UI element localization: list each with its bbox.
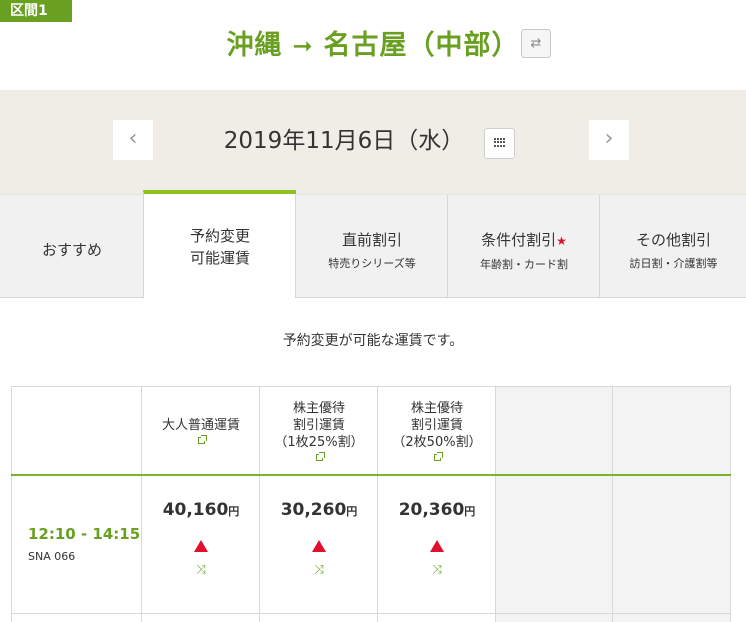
tab-last-minute-discount[interactable]: 直前割引 特売りシリーズ等 bbox=[295, 194, 448, 298]
tab-label: 予約変更 bbox=[189, 227, 250, 245]
fare-price: 30,260円 bbox=[280, 500, 358, 520]
selected-date: 2019年11月6日（水） bbox=[223, 128, 465, 154]
shuffle-icon: ⤨ bbox=[432, 562, 442, 576]
column-header-regular-fare[interactable]: 大人普通運賃 bbox=[142, 387, 260, 474]
column-header-label: 割引運賃 bbox=[292, 418, 345, 433]
few-seats-triangle-icon bbox=[430, 540, 444, 552]
tab-conditional-discount[interactable]: 条件付割引★ 年齢割・カード割 bbox=[447, 194, 600, 298]
tab-label: その他割引 bbox=[635, 231, 711, 249]
fare-table: 大人普通運賃 株主優待 割引運賃 （1枚25%割） 株主優待 割引運賃 （2枚5… bbox=[11, 386, 731, 622]
column-header-label: （2枚50%割） bbox=[392, 435, 482, 450]
swap-route-button[interactable]: ⇄ bbox=[521, 29, 551, 58]
tab-sublabel: 特売りシリーズ等 bbox=[328, 257, 416, 270]
fare-price: 40,160円 bbox=[162, 500, 240, 520]
segment-tag: 区間1 bbox=[0, 0, 72, 22]
flight-number: SNA 066 bbox=[28, 550, 76, 563]
origin-label: 沖縄 bbox=[226, 30, 283, 61]
shuffle-icon: ⤨ bbox=[196, 562, 206, 576]
column-header-shareholder-50[interactable]: 株主優待 割引運賃 （2枚50%割） bbox=[378, 387, 496, 474]
tab-label: 直前割引 bbox=[341, 231, 402, 249]
fare-cell[interactable]: 40,160円 ⤨ bbox=[142, 476, 260, 613]
tab-other-discount[interactable]: その他割引 訪日割・介護割等 bbox=[599, 194, 746, 298]
few-seats-triangle-icon bbox=[194, 540, 208, 552]
tab-sublabel: 訪日割・介護割等 bbox=[629, 257, 718, 270]
flight-time: 12:10 - 14:15 bbox=[28, 525, 141, 543]
next-day-button[interactable]: › bbox=[589, 120, 629, 160]
empty-fare-column bbox=[495, 387, 612, 622]
external-link-icon bbox=[433, 452, 443, 461]
fare-cell[interactable]: 30,260円 ⤨ bbox=[260, 476, 378, 613]
row-divider bbox=[11, 613, 731, 614]
tab-changeable-fares[interactable]: 予約変更 可能運賃 bbox=[143, 190, 296, 298]
route-title: 沖縄 ➞ 名古屋（中部） bbox=[0, 24, 746, 68]
destination-label: 名古屋（中部） bbox=[323, 30, 520, 61]
empty-fare-column bbox=[612, 387, 730, 622]
column-header-label: 株主優待 bbox=[410, 401, 463, 416]
fare-price: 20,360円 bbox=[398, 500, 476, 520]
column-header-shareholder-25[interactable]: 株主優待 割引運賃 （1枚25%割） bbox=[260, 387, 378, 474]
star-icon: ★ bbox=[556, 234, 567, 248]
route-arrow-icon: ➞ bbox=[292, 32, 314, 60]
column-header-label: 株主優待 bbox=[292, 401, 345, 416]
tab-label: おすすめ bbox=[41, 241, 102, 259]
date-selector: ‹ 2019年11月6日（水） › bbox=[0, 90, 746, 194]
tab-recommended[interactable]: おすすめ bbox=[0, 194, 144, 298]
external-link-icon bbox=[315, 452, 325, 461]
chevron-right-icon: › bbox=[604, 126, 614, 151]
few-seats-triangle-icon bbox=[312, 540, 326, 552]
shuffle-icon: ⤨ bbox=[314, 562, 324, 576]
calendar-button[interactable] bbox=[484, 128, 515, 159]
calendar-grid-icon bbox=[494, 138, 506, 147]
fare-type-tabs: おすすめ 予約変更 可能運賃 直前割引 特売りシリーズ等 条件付割引★ 年齢割・… bbox=[0, 190, 746, 298]
tab-label-line2: 可能運賃 bbox=[189, 249, 250, 267]
column-header-label: 割引運賃 bbox=[410, 418, 463, 433]
column-header-label: 大人普通運賃 bbox=[161, 418, 240, 433]
tab-label: 条件付割引 bbox=[481, 231, 557, 249]
column-header-label: （1枚25%割） bbox=[274, 435, 364, 450]
external-link-icon bbox=[197, 435, 207, 444]
tab-sublabel: 年齢割・カード割 bbox=[480, 258, 568, 271]
fare-cell[interactable]: 20,360円 ⤨ bbox=[378, 476, 496, 613]
fare-notice: 予約変更が可能な運賃です。 bbox=[282, 333, 464, 349]
